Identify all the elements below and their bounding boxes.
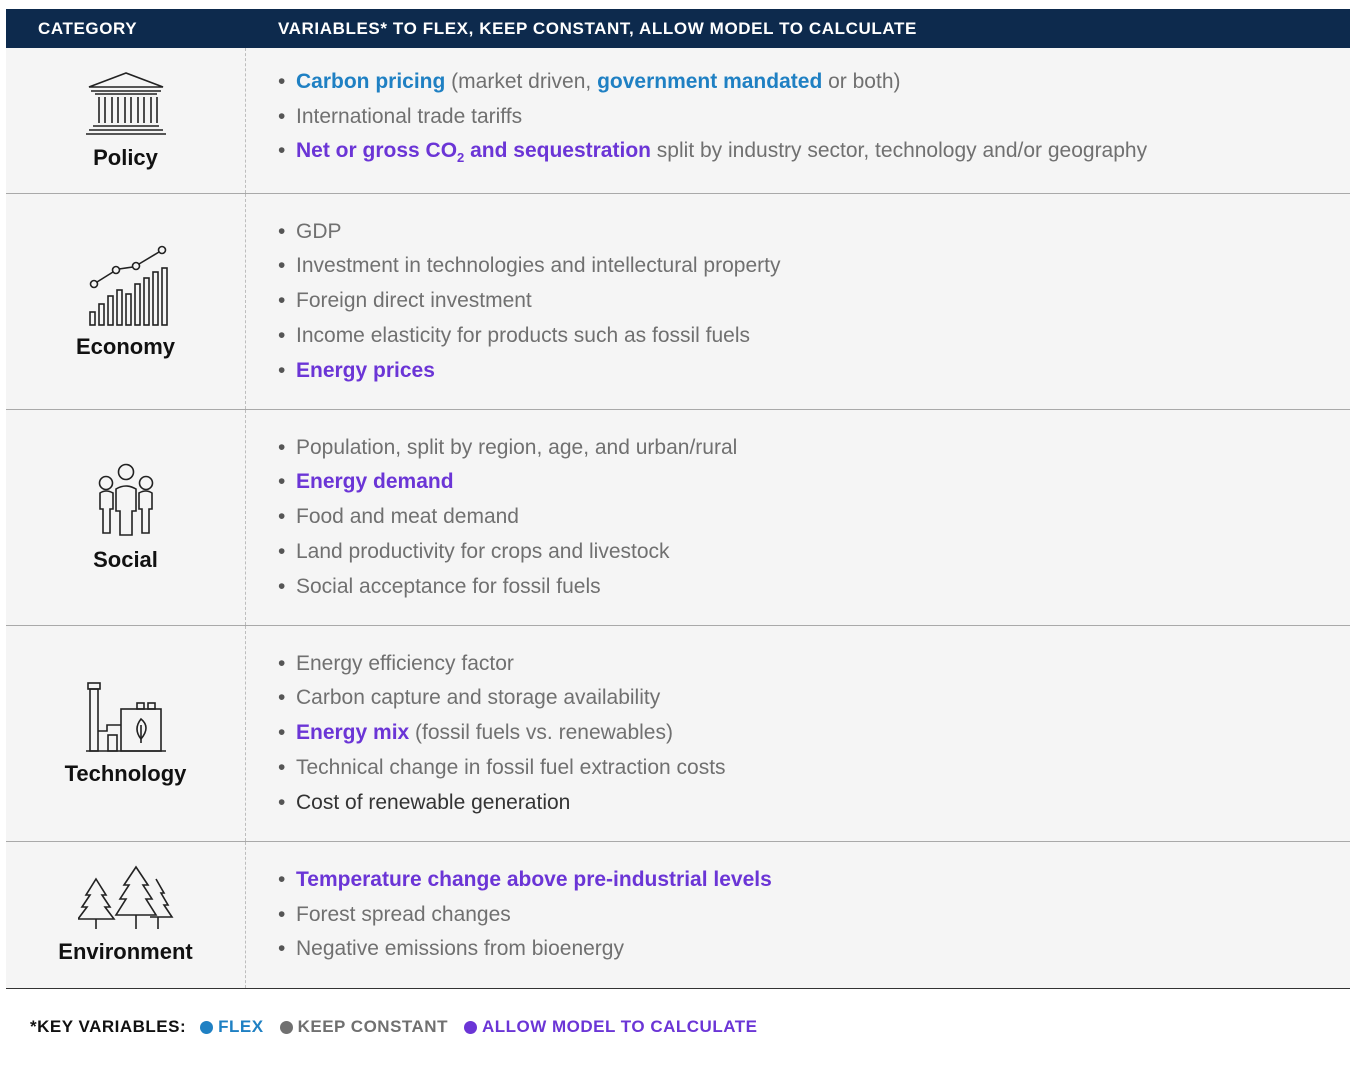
category-technology: Technology <box>6 626 246 841</box>
calculate-text-part: and sequestration <box>464 139 651 163</box>
constant-text: (fossil fuels vs. renewables) <box>409 721 673 745</box>
constant-text: Food and meat demand <box>296 505 519 529</box>
row-social: Social • Population, split by region, age… <box>6 410 1350 626</box>
constant-text: Income elasticity for products such as f… <box>296 323 751 347</box>
government-building-icon <box>85 71 166 135</box>
people-group-icon <box>98 463 153 536</box>
calculate-text: Energy mix <box>296 721 410 745</box>
list-item: • Population, split by region, age, and u… <box>278 435 738 459</box>
constant-text: Foreign direct investment <box>296 289 532 313</box>
category-economy: Economy <box>6 194 246 409</box>
list-item: • Energy prices <box>278 358 435 382</box>
variables-environment: • Temperature change above pre-industrial… <box>246 842 1350 988</box>
list-item: • Income elasticity for products such as … <box>278 323 751 347</box>
header-variables: VARIABLES* TO FLEX, KEEP CONSTANT, ALLOW… <box>278 18 917 38</box>
calculate-text-part: Net or gross CO <box>296 139 458 163</box>
category-policy: Policy <box>6 48 246 193</box>
list-item: • Carbon capture and storage availability <box>278 686 661 710</box>
flex-dot-icon <box>200 1020 214 1034</box>
category-label-economy: Economy <box>75 333 176 359</box>
list-item: • Net or gross CO2 and sequestration spli… <box>278 139 1148 166</box>
constant-text: Technical change in fossil fuel extracti… <box>296 755 726 779</box>
list-item: • GDP <box>278 219 342 243</box>
constant-text: Carbon capture and storage availability <box>296 686 661 710</box>
calculate-text: Temperature change above pre-industrial … <box>296 867 772 891</box>
constant-text: (market driven, <box>445 69 598 93</box>
list-item: • Cost of renewable generation <box>278 790 571 814</box>
calculate-text: Net or gross CO2 and sequestration <box>296 139 651 165</box>
table-header: CATEGORY VARIABLES* TO FLEX, KEEP CONSTA… <box>6 9 1350 48</box>
list-item: • Energy mix (fossil fuels vs. renewables… <box>278 721 673 745</box>
constant-text: Investment in technologies and intellect… <box>296 254 781 278</box>
list-item: • Negative emissions from bioenergy <box>278 937 624 961</box>
row-technology: Technology • Energy efficiency factor • Ca… <box>6 626 1350 842</box>
category-label-social: Social <box>93 546 158 572</box>
category-label-environment: Environment <box>58 939 193 964</box>
list-item: • Temperature change above pre-industrial… <box>278 867 772 891</box>
constant-text: GDP <box>296 219 342 243</box>
header-category: CATEGORY <box>38 18 138 38</box>
flex-text: Carbon pricing <box>296 69 446 93</box>
list-item: • Investment in technologies and intellec… <box>278 254 781 278</box>
category-label-policy: Policy <box>93 144 158 170</box>
calculate-text: Energy demand <box>296 470 454 494</box>
key-label-constant: KEEP CONSTANT <box>297 1017 448 1036</box>
pine-trees-icon <box>77 865 173 929</box>
list-item: • Forest spread changes <box>278 902 511 926</box>
calculate-text: Energy prices <box>296 358 435 382</box>
variables-table: CATEGORY VARIABLES* TO FLEX, KEEP CONSTA… <box>6 9 1350 989</box>
category-environment: Environment <box>6 842 246 988</box>
category-label-technology: Technology <box>64 760 187 786</box>
constant-text: or both) <box>822 69 901 93</box>
key-label-calculate: ALLOW MODEL TO CALCULATE <box>481 1017 758 1036</box>
list-item: • Food and meat demand <box>278 505 519 529</box>
key-item-calculate: ALLOW MODEL TO CALCULATE <box>463 1017 758 1037</box>
list-item: • Social acceptance for fossil fuels <box>278 574 601 598</box>
constant-text: Negative emissions from bioenergy <box>296 937 624 961</box>
constant-text: Population, split by region, age, and ur… <box>296 435 738 459</box>
category-social: Social <box>6 410 246 625</box>
variables-social: • Population, split by region, age, and u… <box>246 410 1350 625</box>
key-legend: *KEY VARIABLES: FLEX KEEP CONSTANT ALLOW… <box>30 1017 773 1037</box>
list-item: • Foreign direct investment <box>278 289 532 313</box>
list-item: • Land productivity for crops and livesto… <box>278 539 670 563</box>
constant-text: Energy efficiency factor <box>296 651 514 675</box>
constant-text: Land productivity for crops and livestoc… <box>296 539 670 563</box>
constant-text: Cost of renewable generation <box>296 790 571 814</box>
variables-technology: • Energy efficiency factor • Carbon captur… <box>246 626 1350 841</box>
constant-text: International trade tariffs <box>296 104 523 128</box>
key-item-flex: FLEX <box>200 1017 263 1037</box>
row-policy: Policy • Carbon pricing (market driven, g… <box>6 48 1350 194</box>
key-title: *KEY VARIABLES: <box>30 1017 187 1036</box>
list-item: • Energy demand <box>278 470 454 494</box>
key-item-constant: KEEP CONSTANT <box>279 1017 448 1037</box>
row-environment: Environment • Temperature change above pr… <box>6 842 1350 989</box>
constant-dot-icon <box>279 1020 293 1034</box>
variables-economy: • GDP • Investment in technologies and int… <box>246 194 1350 409</box>
list-item: • Technical change in fossil fuel extract… <box>278 755 726 779</box>
calculate-dot-icon <box>463 1020 477 1034</box>
list-item: • Carbon pricing (market driven, governme… <box>278 69 901 93</box>
bar-chart-trend-icon <box>88 245 168 326</box>
constant-text: Forest spread changes <box>296 902 511 926</box>
key-label-flex: FLEX <box>218 1017 264 1036</box>
constant-text: split by industry sector, technology and… <box>650 139 1148 163</box>
variables-policy: • Carbon pricing (market driven, governme… <box>246 48 1350 193</box>
factory-leaf-icon <box>85 681 166 752</box>
row-economy: Economy • GDP • Investment in technologies… <box>6 194 1350 410</box>
flex-text: government mandated <box>597 69 823 93</box>
list-item: • Energy efficiency factor <box>278 651 514 675</box>
constant-text: Social acceptance for fossil fuels <box>296 574 601 598</box>
list-item: • International trade tariffs <box>278 104 523 128</box>
